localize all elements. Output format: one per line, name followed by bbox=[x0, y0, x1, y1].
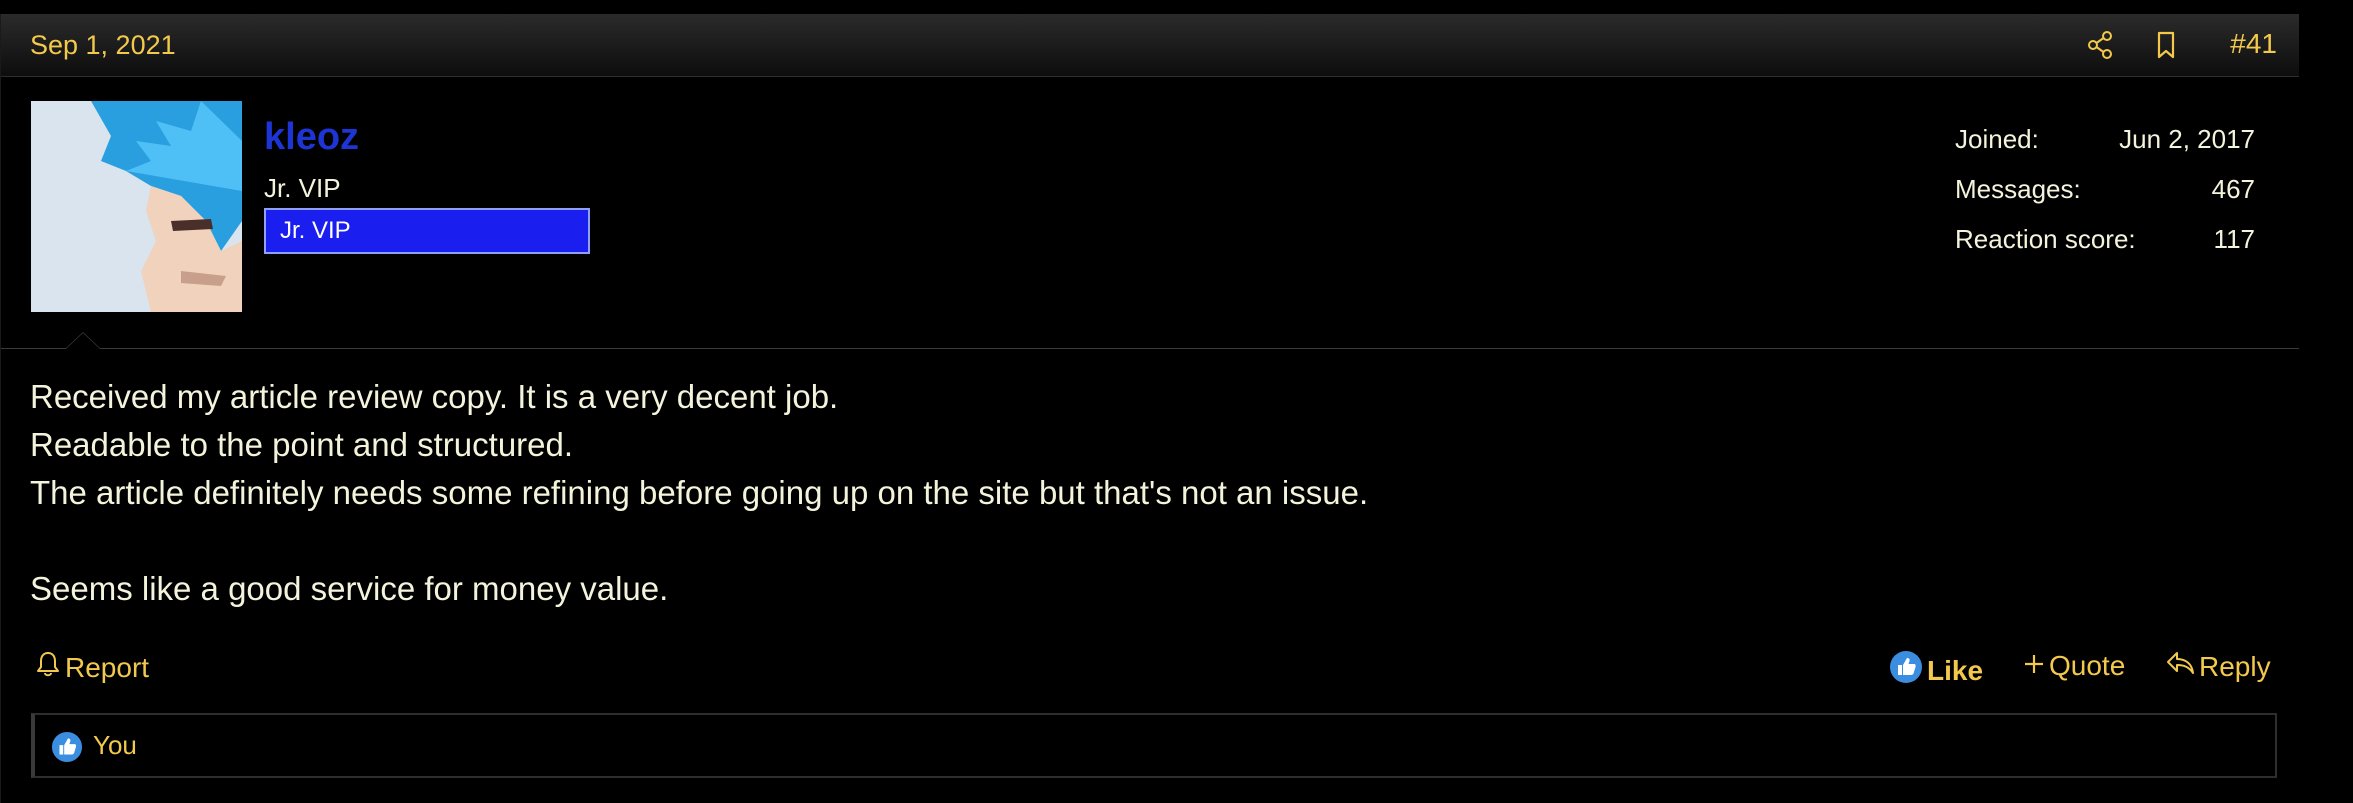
post-number-link[interactable]: #41 bbox=[2230, 28, 2277, 60]
stat-label: Joined: bbox=[1955, 124, 2039, 154]
plus-icon bbox=[2023, 650, 2045, 682]
message-line: Readable to the point and structured. bbox=[30, 426, 574, 463]
message-line bbox=[30, 517, 2230, 565]
user-stats: Joined: Jun 2, 2017 Messages: 467 Reacti… bbox=[1955, 124, 2255, 274]
user-info-block: kleoz Jr. VIP Jr. VIP Joined: Jun 2, 201… bbox=[1, 76, 2299, 349]
message-line: The article definitely needs some refini… bbox=[30, 474, 1369, 511]
stat-value: 117 bbox=[2213, 224, 2255, 254]
username-link[interactable]: kleoz bbox=[264, 116, 359, 159]
share-icon[interactable] bbox=[2085, 30, 2115, 60]
like-label: Like bbox=[1927, 654, 1984, 686]
reactions-bar[interactable]: You bbox=[31, 713, 2277, 778]
quote-label: Quote bbox=[2049, 650, 2126, 681]
report-label: Report bbox=[65, 651, 150, 683]
like-reaction-icon bbox=[51, 731, 83, 768]
stat-row-reaction-score: Reaction score: 117 bbox=[1955, 224, 2255, 274]
like-icon bbox=[1889, 650, 1923, 691]
stat-label: Reaction score: bbox=[1955, 224, 2136, 254]
message-line: Received my article review copy. It is a… bbox=[30, 378, 839, 415]
stat-row-messages: Messages: 467 bbox=[1955, 174, 2255, 224]
post-header: Sep 1, 2021 #41 bbox=[1, 14, 2299, 77]
user-title: Jr. VIP bbox=[264, 173, 341, 203]
post-date[interactable]: Sep 1, 2021 bbox=[30, 30, 176, 61]
message-line: Seems like a good service for money valu… bbox=[30, 570, 669, 607]
stat-row-joined: Joined: Jun 2, 2017 bbox=[1955, 124, 2255, 174]
message-body: Received my article review copy. It is a… bbox=[30, 373, 2230, 613]
like-button[interactable]: Like bbox=[1889, 650, 1983, 691]
reply-label: Reply bbox=[2199, 650, 2271, 682]
reaction-users-link[interactable]: You bbox=[93, 730, 137, 761]
stat-value: Jun 2, 2017 bbox=[2119, 124, 2255, 154]
stat-value[interactable]: 467 bbox=[2212, 174, 2255, 205]
bell-icon bbox=[35, 650, 61, 685]
quote-button[interactable]: Quote bbox=[2023, 650, 2125, 682]
user-banner: Jr. VIP bbox=[264, 208, 590, 254]
report-button[interactable]: Report bbox=[35, 650, 149, 685]
stat-label: Messages: bbox=[1955, 174, 2081, 204]
reply-icon bbox=[2165, 650, 2195, 683]
post-action-bar: Report Like Quote Reply bbox=[1, 642, 2299, 692]
reply-button[interactable]: Reply bbox=[2165, 650, 2271, 683]
avatar-pointer bbox=[65, 332, 101, 349]
avatar[interactable] bbox=[31, 101, 242, 312]
bookmark-icon[interactable] bbox=[2151, 30, 2181, 60]
forum-post: Sep 1, 2021 #41 kleoz Jr. VIP Jr. VIP Jo… bbox=[0, 14, 2299, 803]
